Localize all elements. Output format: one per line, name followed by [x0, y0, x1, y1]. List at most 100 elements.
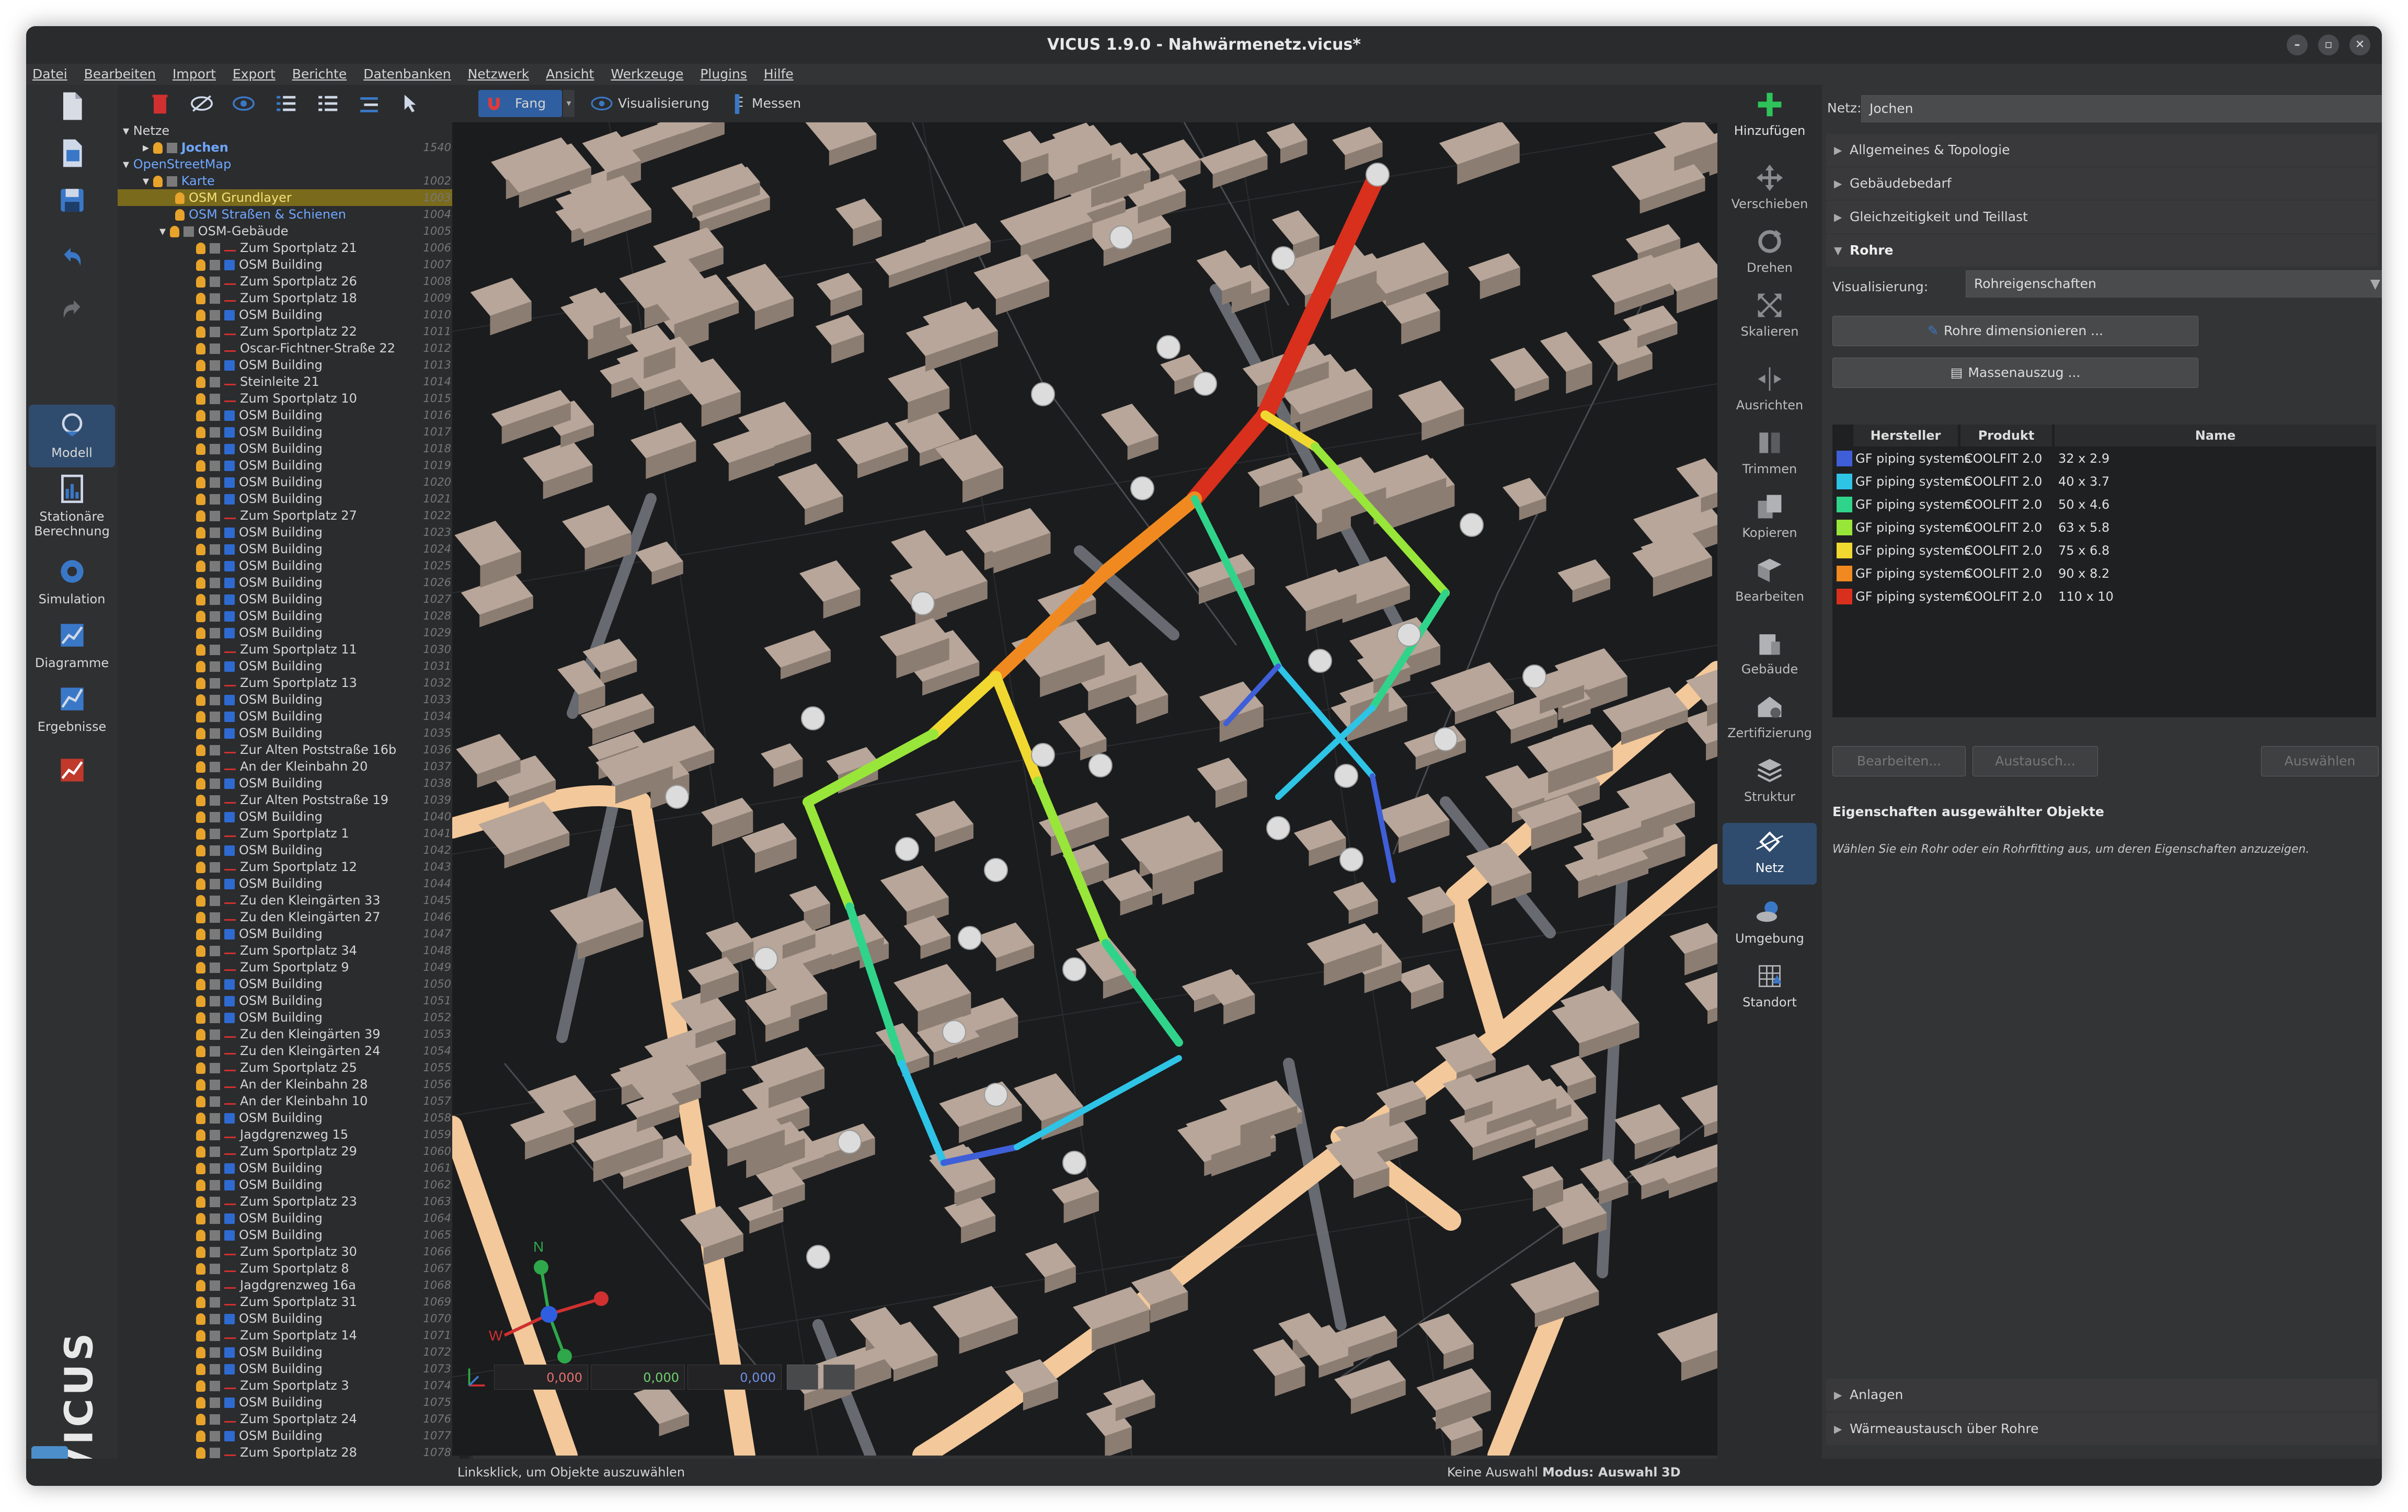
network-node[interactable] [1156, 335, 1180, 359]
show-icon[interactable] [230, 91, 257, 116]
tree-item[interactable]: OSM Building 1020 [118, 474, 457, 490]
visibility-bulb-icon[interactable] [196, 410, 205, 421]
visibility-bulb-icon[interactable] [196, 1447, 205, 1459]
tree-item[interactable]: OSM Building 1047 [118, 925, 457, 942]
checkbox[interactable] [210, 946, 220, 956]
mode-diagramme[interactable]: Diagramme [29, 619, 115, 671]
network-node[interactable] [1366, 163, 1390, 187]
align-button[interactable]: Ausrichten [1723, 364, 1817, 422]
checkbox[interactable] [210, 795, 220, 806]
checkbox[interactable] [210, 728, 220, 739]
tree-item[interactable]: Zum Sportplatz 24 1076 [118, 1411, 457, 1427]
visibility-bulb-icon[interactable] [196, 1129, 205, 1141]
checkbox[interactable] [210, 879, 220, 889]
snap-dropdown[interactable]: ▾ [563, 90, 575, 117]
tree-item[interactable]: OSM Building 1075 [118, 1394, 457, 1411]
network-node[interactable] [1062, 957, 1086, 981]
visibility-bulb-icon[interactable] [196, 310, 205, 321]
visibility-bulb-icon[interactable] [196, 1380, 205, 1392]
visibility-bulb-icon[interactable] [196, 1146, 205, 1158]
menu-hilfe[interactable]: Hilfe [758, 64, 800, 85]
tree-item[interactable]: OSM Building 1034 [118, 708, 457, 725]
network-node[interactable] [1109, 225, 1133, 249]
tree-item[interactable]: OSM Building 1027 [118, 591, 457, 608]
checkbox[interactable] [210, 862, 220, 873]
checkbox[interactable] [210, 1013, 220, 1023]
pipe-type-row[interactable]: GF piping systems COOLFIT 2.0 110 x 10 [1832, 586, 2376, 608]
tree-node-gebaeude[interactable]: ▾ OSM-Gebäude 1005 [118, 223, 457, 239]
checkbox[interactable] [210, 1230, 220, 1241]
checkbox[interactable] [210, 829, 220, 839]
network-node[interactable] [1266, 816, 1290, 840]
visibility-bulb-icon[interactable] [196, 1113, 205, 1124]
scale-button[interactable]: Skalieren [1723, 291, 1817, 348]
menu-ansicht[interactable]: Ansicht [540, 64, 600, 85]
tree-node-netze[interactable]: ▾ Netze [118, 122, 457, 139]
tree-item[interactable]: OSM Building 1051 [118, 992, 457, 1009]
tree-item[interactable]: Zum Sportplatz 10 1015 [118, 390, 457, 407]
checkbox[interactable] [210, 461, 220, 471]
tree-node-openstreetmap[interactable]: ▾ OpenStreetMap [118, 156, 457, 173]
checkbox[interactable] [210, 1381, 220, 1391]
3d-viewport[interactable]: N S W [452, 122, 1717, 1456]
tree-item[interactable]: OSM Building 1016 [118, 407, 457, 423]
tree-item[interactable]: OSM Building 1052 [118, 1009, 457, 1026]
network-node[interactable] [801, 706, 825, 730]
tree-item[interactable]: OSM Building 1018 [118, 440, 457, 457]
checkbox[interactable] [210, 561, 220, 571]
pipe-type-row[interactable]: GF piping systems COOLFIT 2.0 63 x 5.8 [1832, 517, 2376, 539]
checkbox[interactable] [210, 377, 220, 387]
checkbox[interactable] [210, 528, 220, 538]
visibility-bulb-icon[interactable] [196, 1263, 205, 1275]
visibility-bulb-icon[interactable] [196, 661, 205, 672]
coord-y-field[interactable]: 0,000 [591, 1365, 685, 1390]
checkbox[interactable] [210, 1347, 220, 1358]
visibility-bulb-icon[interactable] [196, 979, 205, 990]
tree-item[interactable]: Zu den Kleingärten 39 1053 [118, 1026, 457, 1043]
checkbox[interactable] [210, 260, 220, 270]
open-file-icon[interactable] [29, 137, 115, 179]
network-node[interactable] [1031, 382, 1055, 406]
checkbox[interactable] [210, 695, 220, 705]
checkbox[interactable] [210, 896, 220, 906]
snap-button[interactable]: Fang [478, 90, 562, 117]
mode-modell[interactable]: Modell [29, 405, 115, 467]
checkbox[interactable] [210, 996, 220, 1006]
move-button[interactable]: Verschieben [1723, 163, 1817, 221]
save-icon[interactable] [29, 184, 115, 226]
checkbox[interactable] [210, 1247, 220, 1257]
network-node[interactable] [1434, 727, 1458, 751]
visibility-bulb-icon[interactable] [196, 1330, 205, 1342]
section-gleichzeitigkeit[interactable]: ▶ Gleichzeitigkeit und Teillast [1826, 201, 2378, 233]
checkbox[interactable] [210, 611, 220, 622]
hide-icon[interactable] [188, 91, 215, 116]
building-button[interactable]: Gebäude [1723, 628, 1817, 686]
tree-item[interactable]: Zum Sportplatz 1 1041 [118, 825, 457, 842]
checkbox[interactable] [210, 1046, 220, 1057]
tree-item[interactable]: OSM Building 1070 [118, 1310, 457, 1327]
checkbox[interactable] [210, 444, 220, 454]
visibility-bulb-icon[interactable] [196, 1046, 205, 1057]
location-button[interactable]: Standort [1723, 961, 1817, 1019]
visibility-bulb-icon[interactable] [196, 1397, 205, 1408]
visualisation-button[interactable]: Visualisierung [586, 90, 716, 117]
menu-import[interactable]: Import [166, 64, 222, 85]
checkbox[interactable] [210, 1264, 220, 1274]
visibility-bulb-icon[interactable] [196, 1079, 205, 1091]
checkbox[interactable] [210, 1147, 220, 1157]
menu-datei[interactable]: Datei [26, 64, 74, 85]
visibility-bulb-icon[interactable] [196, 878, 205, 890]
pipe-type-row[interactable]: GF piping systems COOLFIT 2.0 75 x 6.8 [1832, 540, 2376, 562]
visibility-bulb-icon[interactable] [196, 477, 205, 488]
mode-simulation[interactable]: Simulation [29, 555, 115, 608]
tree-item[interactable]: OSM Building 1064 [118, 1210, 457, 1227]
col-hersteller[interactable]: Hersteller [1853, 425, 1958, 446]
visibility-bulb-icon[interactable] [196, 1430, 205, 1442]
tree-item[interactable]: Zum Sportplatz 25 1055 [118, 1059, 457, 1076]
visibility-bulb-icon[interactable] [196, 259, 205, 271]
new-file-icon[interactable] [29, 90, 115, 132]
checkbox[interactable] [210, 343, 220, 354]
visibility-bulb-icon[interactable] [196, 427, 205, 438]
checkbox[interactable] [210, 394, 220, 404]
checkbox[interactable] [210, 1448, 220, 1458]
